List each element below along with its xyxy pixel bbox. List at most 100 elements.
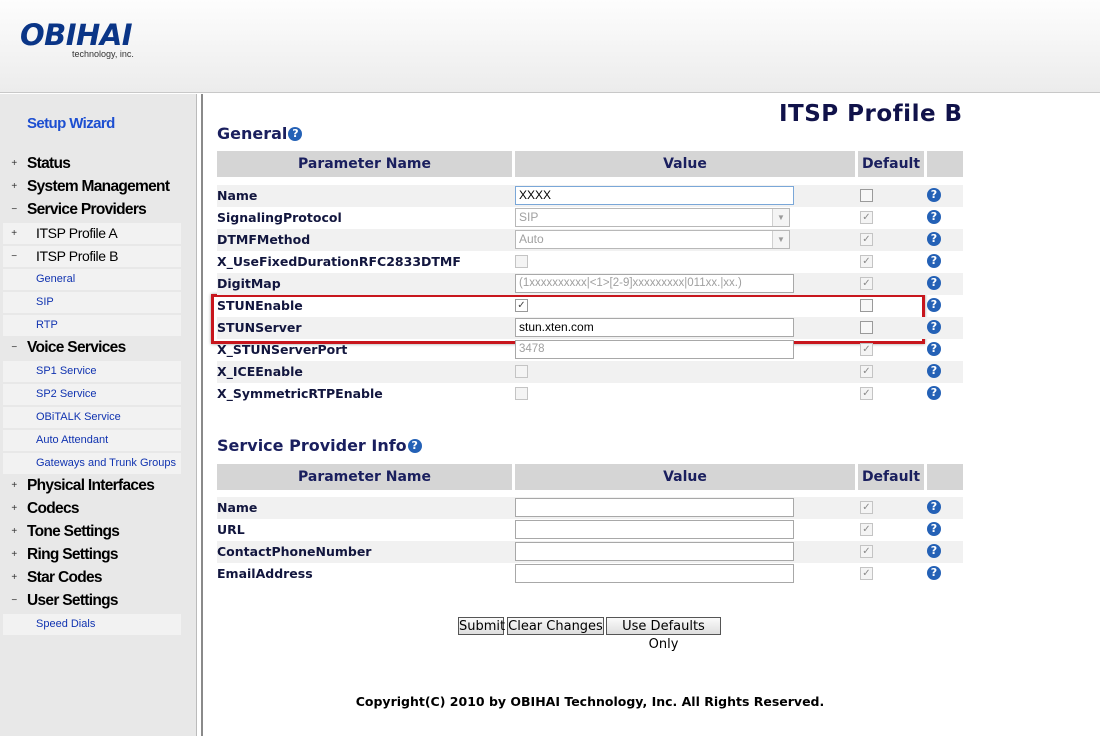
param-name: DTMFMethod (217, 232, 311, 247)
sidebar-item-status[interactable]: + Status (3, 153, 181, 174)
submit-button[interactable]: Submit (458, 617, 505, 635)
symmetric-rtp-checkbox[interactable] (515, 387, 528, 400)
help-icon[interactable]: ? (927, 276, 941, 290)
help-icon[interactable]: ? (927, 298, 941, 312)
default-checkbox[interactable]: ✓ (860, 387, 873, 400)
default-checkbox[interactable]: ✓ (860, 567, 873, 580)
help-icon[interactable]: ? (927, 500, 941, 514)
stun-enable-checkbox[interactable]: ✓ (515, 299, 528, 312)
default-checkbox[interactable]: ✓ (860, 233, 873, 246)
expand-icon[interactable]: + (9, 475, 19, 496)
help-icon[interactable]: ? (927, 320, 941, 334)
logo-tagline: technology, inc. (72, 49, 134, 59)
sidebar-item-sp1-service[interactable]: SP1 Service (3, 361, 181, 382)
expand-icon[interactable]: + (9, 223, 19, 244)
help-icon[interactable]: ? (927, 364, 941, 378)
help-icon[interactable]: ? (927, 232, 941, 246)
provider-url-input[interactable] (515, 520, 794, 539)
name-input[interactable]: XXXX (515, 186, 794, 205)
sidebar-item-general[interactable]: General (3, 269, 181, 290)
sidebar-item-label: RTP (36, 319, 58, 331)
table-row: X_SymmetricRTPEnable ✓ ? (217, 383, 963, 405)
default-checkbox[interactable]: ✓ (860, 501, 873, 514)
ice-enable-checkbox[interactable] (515, 365, 528, 378)
dropdown-arrow-icon[interactable]: ▼ (772, 209, 789, 226)
digitmap-input[interactable]: (1xxxxxxxxxx|<1>[2-9]xxxxxxxxx|011xx.|xx… (515, 274, 794, 293)
help-icon[interactable]: ? (927, 522, 941, 536)
sidebar-item-rtp[interactable]: RTP (3, 315, 181, 336)
sidebar-item-service-providers[interactable]: − Service Providers (3, 199, 181, 220)
param-name: STUNServer (217, 320, 302, 335)
default-checkbox[interactable]: ✓ (860, 211, 873, 224)
collapse-icon[interactable]: − (9, 337, 19, 358)
sidebar-item-label: SP2 Service (36, 388, 97, 400)
email-address-input[interactable] (515, 564, 794, 583)
sidebar-item-obitalk-service[interactable]: OBiTALK Service (3, 407, 181, 428)
table-row: URL ✓ ? (217, 519, 963, 541)
expand-icon[interactable]: + (9, 498, 19, 519)
provider-name-input[interactable] (515, 498, 794, 517)
sidebar-item-codecs[interactable]: + Codecs (3, 498, 181, 519)
default-checkbox[interactable] (860, 299, 873, 312)
sidebar-item-sip[interactable]: SIP (3, 292, 181, 313)
sidebar-item-user-settings[interactable]: − User Settings (3, 590, 181, 611)
column-header-parameter: Parameter Name (217, 151, 512, 177)
stun-server-input[interactable]: stun.xten.com (515, 318, 794, 337)
dropdown-arrow-icon[interactable]: ▼ (772, 231, 789, 248)
sidebar-item-speed-dials[interactable]: Speed Dials (3, 614, 181, 635)
column-header-default: Default (858, 464, 924, 490)
default-checkbox[interactable]: ✓ (860, 545, 873, 558)
clear-changes-button[interactable]: Clear Changes (507, 617, 604, 635)
expand-icon[interactable]: + (9, 153, 19, 174)
sidebar-item-tone-settings[interactable]: + Tone Settings (3, 521, 181, 542)
expand-icon[interactable]: + (9, 567, 19, 588)
sidebar-item-voice-services[interactable]: − Voice Services (3, 337, 181, 358)
expand-icon[interactable]: + (9, 176, 19, 197)
help-icon[interactable]: ? (927, 188, 941, 202)
default-checkbox[interactable]: ✓ (860, 365, 873, 378)
use-defaults-button[interactable]: Use Defaults Only (606, 617, 721, 652)
help-icon[interactable]: ? (288, 127, 303, 141)
contact-phone-input[interactable] (515, 542, 794, 561)
sidebar-item-sp2-service[interactable]: SP2 Service (3, 384, 181, 405)
sidebar-item-itsp-profile-a[interactable]: + ITSP Profile A (3, 223, 181, 244)
column-header-value: Value (515, 151, 855, 177)
help-icon[interactable]: ? (927, 544, 941, 558)
expand-icon[interactable]: + (9, 544, 19, 565)
expand-icon[interactable]: + (9, 521, 19, 542)
help-icon[interactable]: ? (407, 439, 422, 453)
help-icon[interactable]: ? (927, 254, 941, 268)
sidebar-item-system-management[interactable]: + System Management (3, 176, 181, 197)
stun-port-input[interactable]: 3478 (515, 340, 794, 359)
column-header-help (927, 464, 963, 490)
collapse-icon[interactable]: − (9, 199, 19, 220)
param-name: X_ICEEnable (217, 364, 303, 379)
param-name: X_UseFixedDurationRFC2833DTMF (217, 254, 461, 269)
setup-wizard-link[interactable]: Setup Wizard (27, 115, 115, 132)
default-checkbox[interactable] (860, 321, 873, 334)
default-checkbox[interactable]: ✓ (860, 523, 873, 536)
dtmf-method-select[interactable]: Auto ▼ (515, 230, 790, 249)
help-icon[interactable]: ? (927, 210, 941, 224)
signaling-protocol-select[interactable]: SIP ▼ (515, 208, 790, 227)
sidebar-item-star-codes[interactable]: + Star Codes (3, 567, 181, 588)
sidebar-item-auto-attendant[interactable]: Auto Attendant (3, 430, 181, 451)
sidebar-item-label: System Management (27, 178, 170, 195)
help-icon[interactable]: ? (927, 566, 941, 580)
sidebar-item-label: ITSP Profile B (36, 248, 119, 264)
default-checkbox[interactable]: ✓ (860, 277, 873, 290)
default-checkbox[interactable]: ✓ (860, 255, 873, 268)
table-row: X_UseFixedDurationRFC2833DTMF ✓ ? (217, 251, 963, 273)
collapse-icon[interactable]: − (9, 590, 19, 611)
sidebar-item-ring-settings[interactable]: + Ring Settings (3, 544, 181, 565)
copyright-footer: Copyright(C) 2010 by OBIHAI Technology, … (355, 694, 825, 709)
collapse-icon[interactable]: − (9, 246, 19, 267)
fixed-duration-checkbox[interactable] (515, 255, 528, 268)
sidebar-item-itsp-profile-b[interactable]: − ITSP Profile B (3, 246, 181, 267)
help-icon[interactable]: ? (927, 386, 941, 400)
default-checkbox[interactable]: ✓ (860, 343, 873, 356)
sidebar-item-physical-interfaces[interactable]: + Physical Interfaces (3, 475, 181, 496)
sidebar-item-gateways[interactable]: Gateways and Trunk Groups (3, 453, 181, 474)
default-checkbox[interactable] (860, 189, 873, 202)
help-icon[interactable]: ? (927, 342, 941, 356)
